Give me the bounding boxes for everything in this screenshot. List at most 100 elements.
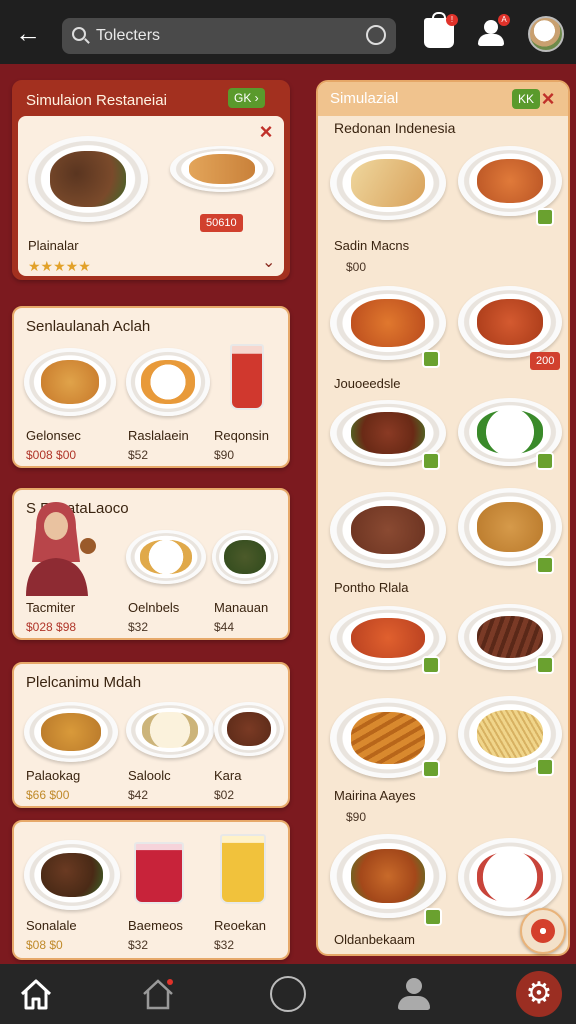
item-price: $32 bbox=[128, 938, 149, 952]
card-title: Plelcanimu Mdah bbox=[26, 674, 142, 691]
dish-price: $00 bbox=[346, 260, 367, 274]
dish-image[interactable] bbox=[458, 488, 562, 566]
close-icon[interactable]: × bbox=[538, 88, 558, 110]
circle-icon[interactable] bbox=[270, 976, 306, 1012]
dish-label: Jouoeedsle bbox=[334, 376, 401, 391]
price-tag: 200 bbox=[530, 352, 561, 370]
dish-image bbox=[24, 348, 116, 416]
item-price: $42 bbox=[128, 788, 149, 802]
leaf-icon[interactable] bbox=[536, 452, 554, 470]
item-label: Raslalaein bbox=[128, 428, 189, 443]
dish-image bbox=[214, 702, 284, 756]
mic-icon[interactable] bbox=[366, 25, 386, 45]
item-price: $32 bbox=[128, 620, 149, 634]
section-title: Redonan Indenesia bbox=[334, 120, 456, 136]
dish-image bbox=[28, 136, 148, 222]
menu-card[interactable]: Senlaulanah Aclah Gelonsec $008 $00 Rasl… bbox=[12, 306, 290, 468]
dish-image bbox=[170, 146, 274, 192]
dish-label: Oldanbekaam bbox=[334, 932, 415, 947]
drink-image bbox=[134, 842, 184, 904]
card-title: Simulaion Restaneiai bbox=[26, 92, 167, 109]
avatar[interactable] bbox=[528, 16, 564, 52]
item-label: Baemeos bbox=[128, 918, 183, 933]
dish-image bbox=[126, 348, 210, 416]
chevron-down-icon[interactable]: ⌄ bbox=[262, 252, 275, 272]
item-label: Reoekan bbox=[214, 918, 267, 933]
dish-image bbox=[126, 530, 206, 584]
menu-card[interactable]: Sonalale $08 $0 Baemeos $32 Reoekan $32 bbox=[12, 820, 290, 960]
user-badge: A bbox=[498, 14, 510, 26]
dish-label: Pontho Rlala bbox=[334, 580, 409, 595]
dish-label: Sadin Macns bbox=[334, 238, 410, 253]
leaf-icon[interactable] bbox=[536, 758, 554, 776]
leaf-icon[interactable] bbox=[422, 350, 440, 368]
house-outline-icon[interactable] bbox=[140, 976, 176, 1012]
rating-stars: ★★★★★ bbox=[28, 258, 91, 274]
dish-image[interactable] bbox=[458, 146, 562, 216]
leaf-icon[interactable] bbox=[422, 760, 440, 778]
item-label: Manauan bbox=[214, 600, 269, 615]
item-price: $44 bbox=[214, 620, 235, 634]
user-icon[interactable]: A bbox=[476, 14, 510, 48]
search-bar[interactable]: Tolecters bbox=[62, 18, 396, 54]
shopping-bag-icon[interactable]: ! bbox=[424, 12, 458, 48]
item-label: Saloolc bbox=[128, 768, 171, 783]
menu-panel: Simulazial KK × Redonan Indenesia Sadin … bbox=[316, 80, 570, 956]
dish-image[interactable] bbox=[330, 146, 446, 220]
person-illustration bbox=[22, 498, 100, 596]
dish-image[interactable] bbox=[458, 838, 562, 916]
menu-card[interactable]: Plelcanimu Mdah Palaokag $66 $00 Saloolc… bbox=[12, 662, 290, 808]
drink-image bbox=[220, 834, 266, 904]
dish-label: Plainalar bbox=[28, 238, 79, 253]
ok-chip[interactable]: KK bbox=[512, 89, 541, 109]
item-price: $028 $98 bbox=[26, 620, 77, 634]
item-price: $08 $0 bbox=[26, 938, 63, 952]
floating-action-button[interactable] bbox=[520, 908, 566, 954]
dish-image bbox=[212, 530, 278, 584]
panel-title: Simulazial bbox=[330, 90, 399, 107]
item-label: Reqonsin bbox=[214, 428, 269, 443]
dish-image[interactable] bbox=[458, 286, 562, 358]
search-input[interactable]: Tolecters bbox=[96, 27, 160, 45]
leaf-icon[interactable] bbox=[422, 656, 440, 674]
bag-badge: ! bbox=[446, 14, 458, 26]
leaf-icon[interactable] bbox=[422, 452, 440, 470]
settings-icon[interactable] bbox=[516, 971, 562, 1017]
item-price: $90 bbox=[214, 448, 235, 462]
go-chip[interactable]: GK › bbox=[228, 88, 265, 108]
leaf-icon[interactable] bbox=[536, 556, 554, 574]
dish-image[interactable] bbox=[330, 492, 446, 568]
profile-icon[interactable] bbox=[396, 976, 432, 1012]
item-label: Palaokag bbox=[26, 768, 81, 783]
dish-label: Mairina Aayes bbox=[334, 788, 416, 803]
top-bar: ← Tolecters ! A bbox=[0, 0, 576, 64]
item-price: $008 $00 bbox=[26, 448, 77, 462]
item-label: Tacmiter bbox=[26, 600, 76, 615]
item-price: $32 bbox=[214, 938, 235, 952]
leaf-icon[interactable] bbox=[424, 908, 442, 926]
restaurant-card[interactable]: Simulaion Restaneiai GK › × 50610 Plaina… bbox=[12, 80, 290, 280]
dish-image bbox=[126, 702, 214, 758]
item-label: Kara bbox=[214, 768, 242, 783]
bottom-nav bbox=[0, 964, 576, 1024]
dish-image bbox=[24, 702, 118, 762]
item-label: Sonalale bbox=[26, 918, 77, 933]
card-title: Senlaulanah Aclah bbox=[26, 318, 151, 335]
item-price: $02 bbox=[214, 788, 235, 802]
dish-image bbox=[24, 840, 120, 910]
home-icon[interactable] bbox=[18, 976, 54, 1012]
drink-image bbox=[230, 344, 264, 410]
panel-header: Simulazial KK × bbox=[318, 82, 568, 116]
leaf-icon[interactable] bbox=[536, 208, 554, 226]
dish-image[interactable] bbox=[330, 286, 446, 360]
dish-price: $90 bbox=[346, 810, 367, 824]
search-icon bbox=[72, 27, 86, 41]
leaf-icon[interactable] bbox=[536, 656, 554, 674]
close-icon[interactable]: × bbox=[256, 121, 276, 143]
card-body: × 50610 Plainalar ★★★★★ ⌄ bbox=[18, 116, 284, 276]
item-price: $66 $00 bbox=[26, 788, 70, 802]
back-arrow-icon[interactable]: ← bbox=[12, 18, 44, 50]
item-label: Oelnbels bbox=[128, 600, 180, 615]
dish-image[interactable] bbox=[330, 834, 446, 918]
item-price: $52 bbox=[128, 448, 149, 462]
